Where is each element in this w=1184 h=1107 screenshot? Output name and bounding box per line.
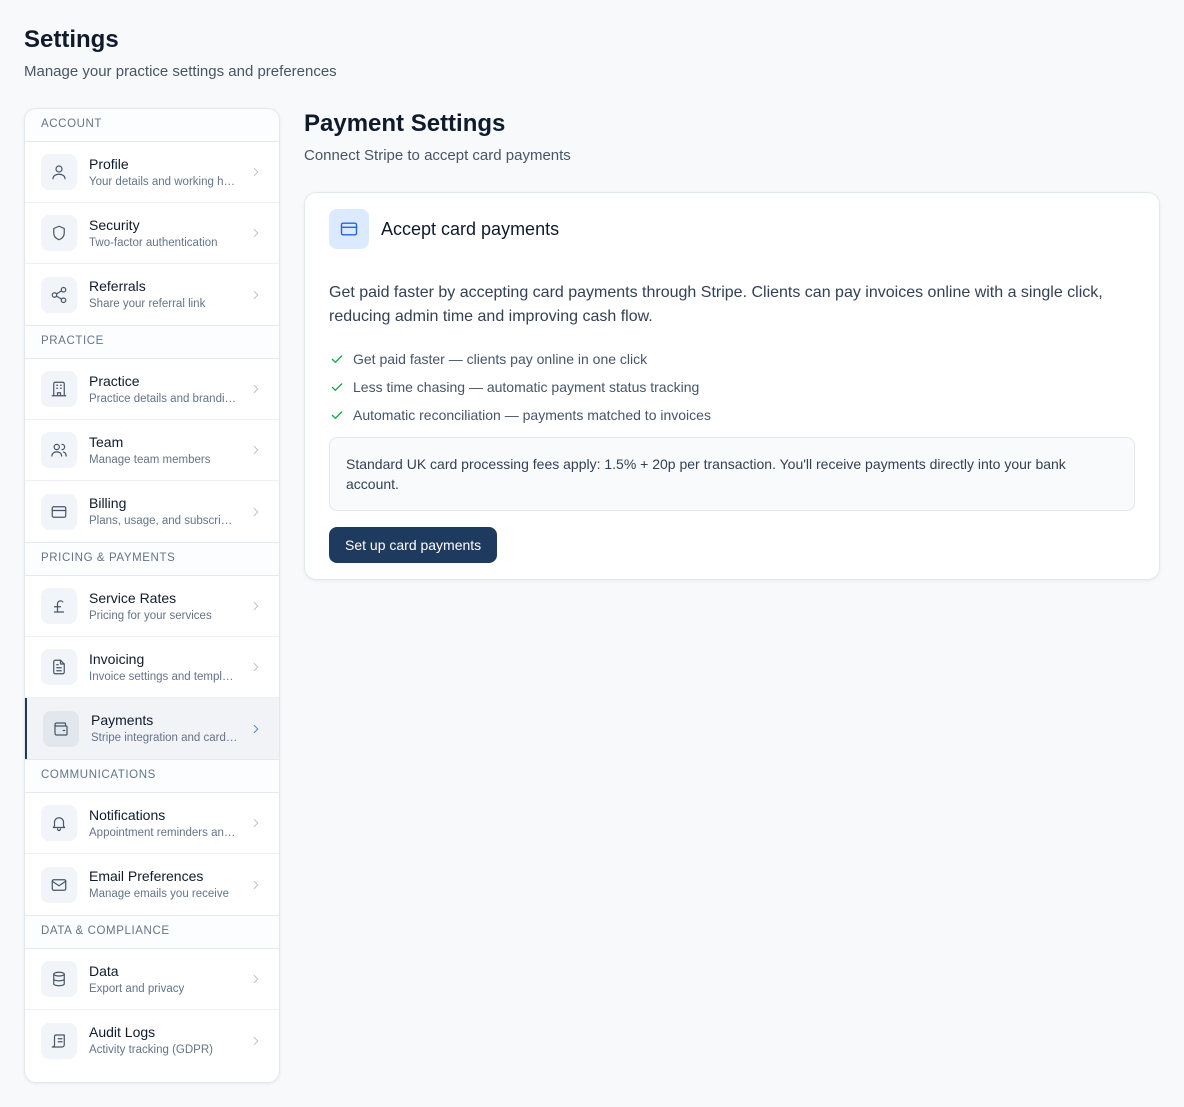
scroll-icon: [41, 1022, 77, 1059]
chevron-right-icon: [249, 599, 263, 613]
chevron-right-icon: [249, 722, 263, 736]
sidebar-item-label: Invoicing: [89, 650, 145, 667]
sidebar-item-payments[interactable]: Payments Stripe integration and card pay…: [25, 698, 279, 759]
sidebar-item-referrals[interactable]: Referrals Share your referral link: [25, 264, 279, 325]
sidebar-item-label: Referrals: [89, 278, 146, 294]
section-header: ACCOUNT: [25, 109, 279, 142]
sidebar-item-description: Pricing for your services: [89, 609, 212, 622]
sidebar-item-description: Manage team members: [89, 453, 211, 466]
sidebar-section-communications: COMMUNICATIONS Notifications Appointment…: [25, 760, 279, 916]
sidebar-item-label: Email Preferences: [89, 868, 204, 884]
benefits-list: Get paid faster — clients pay online in …: [329, 345, 711, 429]
sidebar-item-label: Data: [89, 962, 119, 979]
document-icon: [41, 649, 77, 685]
sidebar-section-data-compliance: DATA & COMPLIANCE Data Export and privac…: [25, 916, 279, 1071]
sidebar-item-description: Export and privacy: [89, 982, 185, 995]
sidebar-item-label: Practice: [89, 372, 140, 389]
sidebar-item-email-preferences[interactable]: Email Preferences Manage emails you rece…: [25, 854, 279, 915]
sidebar-item-description: Manage emails you receive: [89, 888, 229, 900]
sidebar-item-description: Stripe integration and card payments: [91, 732, 239, 744]
page-title: Settings: [24, 26, 119, 53]
section-header: COMMUNICATIONS: [25, 760, 279, 793]
list-item: Get paid faster — clients pay online in …: [329, 345, 711, 373]
sidebar-item-label: Payments: [91, 712, 154, 728]
sidebar-item-description: Plans, usage, and subscription: [89, 515, 237, 527]
sidebar-item-audit-logs[interactable]: Audit Logs Activity tracking (GDPR): [25, 1010, 279, 1071]
sidebar-item-label: Billing: [89, 495, 127, 511]
list-item: Automatic reconciliation — payments matc…: [329, 401, 711, 429]
database-icon: [41, 961, 77, 997]
sidebar-item-label: Security: [89, 216, 140, 233]
users-icon: [41, 432, 77, 468]
chevron-right-icon: [249, 226, 263, 240]
card-payments-card: Accept card payments Get paid faster by …: [304, 192, 1160, 580]
chevron-right-icon: [249, 660, 263, 674]
pound-icon: [41, 588, 77, 624]
sidebar-item-label: Team: [89, 433, 124, 450]
sidebar-section-account: ACCOUNT Profile Your details and working…: [25, 109, 279, 326]
chevron-right-icon: [249, 382, 263, 396]
credit-card-icon: [41, 493, 77, 530]
building-icon: [41, 371, 77, 407]
sidebar-item-description: Two-factor authentication: [89, 236, 218, 249]
settings-sidebar: ACCOUNT Profile Your details and working…: [24, 108, 280, 1083]
check-icon: [329, 351, 345, 367]
check-icon: [329, 407, 345, 423]
sidebar-item-label: Notifications: [89, 806, 166, 823]
sidebar-item-team[interactable]: Team Manage team members: [25, 420, 279, 481]
chevron-right-icon: [249, 878, 263, 892]
benefit-text: Less time chasing — automatic payment st…: [353, 379, 700, 395]
check-icon: [329, 379, 345, 395]
sidebar-item-practice[interactable]: Practice Practice details and branding: [25, 359, 279, 420]
sidebar-item-label: Audit Logs: [89, 1024, 156, 1040]
sidebar-item-description: Your details and working hours: [89, 175, 237, 188]
sidebar-item-security[interactable]: Security Two-factor authentication: [25, 203, 279, 264]
credit-card-icon: [329, 209, 369, 249]
sidebar-item-profile[interactable]: Profile Your details and working hours: [25, 142, 279, 203]
shield-icon: [41, 215, 77, 251]
section-header: PRACTICE: [25, 326, 279, 359]
sidebar-item-label: Profile: [89, 155, 129, 172]
sidebar-item-description: Share your referral link: [89, 298, 206, 310]
chevron-right-icon: [249, 972, 263, 986]
section-title: Payment Settings: [304, 110, 506, 137]
sidebar-item-invoicing[interactable]: Invoicing Invoice settings and templates: [25, 637, 279, 698]
card-title: Accept card payments: [381, 218, 560, 239]
setup-card-payments-button[interactable]: Set up card payments: [329, 527, 498, 563]
chevron-right-icon: [249, 1034, 263, 1048]
card-description: Get paid faster by accepting card paymen…: [329, 284, 1103, 325]
chevron-right-icon: [249, 288, 263, 302]
section-subtitle: Connect Stripe to accept card payments: [304, 147, 571, 164]
chevron-right-icon: [249, 165, 263, 179]
sidebar-section-pricing-payments: PRICING & PAYMENTS Service Rates Pricing…: [25, 543, 279, 760]
chevron-right-icon: [249, 505, 263, 519]
list-item: Less time chasing — automatic payment st…: [329, 373, 711, 401]
benefit-text: Get paid faster — clients pay online in …: [353, 351, 648, 367]
section-header: DATA & COMPLIANCE: [25, 916, 279, 949]
sidebar-item-billing[interactable]: Billing Plans, usage, and subscription: [25, 481, 279, 542]
page-subtitle: Manage your practice settings and prefer…: [24, 63, 337, 80]
sidebar-item-description: Practice details and branding: [89, 392, 237, 405]
wallet-icon: [43, 710, 79, 747]
fee-notice: Standard UK card processing fees apply: …: [329, 437, 1135, 511]
bell-icon: [41, 805, 77, 841]
section-header: PRICING & PAYMENTS: [25, 543, 279, 576]
chevron-right-icon: [249, 443, 263, 457]
sidebar-item-service-rates[interactable]: Service Rates Pricing for your services: [25, 576, 279, 637]
benefit-text: Automatic reconciliation — payments matc…: [353, 407, 711, 423]
sidebar-item-label: Service Rates: [89, 589, 177, 606]
sidebar-item-description: Appointment reminders and alerts: [89, 826, 237, 839]
sidebar-item-notifications[interactable]: Notifications Appointment reminders and …: [25, 793, 279, 854]
user-icon: [41, 154, 77, 190]
sidebar-item-description: Invoice settings and templates: [89, 670, 237, 683]
share-icon: [41, 276, 77, 313]
sidebar-item-data[interactable]: Data Export and privacy: [25, 949, 279, 1010]
card-header: Accept card payments: [329, 209, 559, 249]
mail-icon: [41, 866, 77, 903]
sidebar-section-practice: PRACTICE Practice Practice details and b…: [25, 326, 279, 543]
sidebar-item-description: Activity tracking (GDPR): [89, 1044, 213, 1056]
chevron-right-icon: [249, 816, 263, 830]
